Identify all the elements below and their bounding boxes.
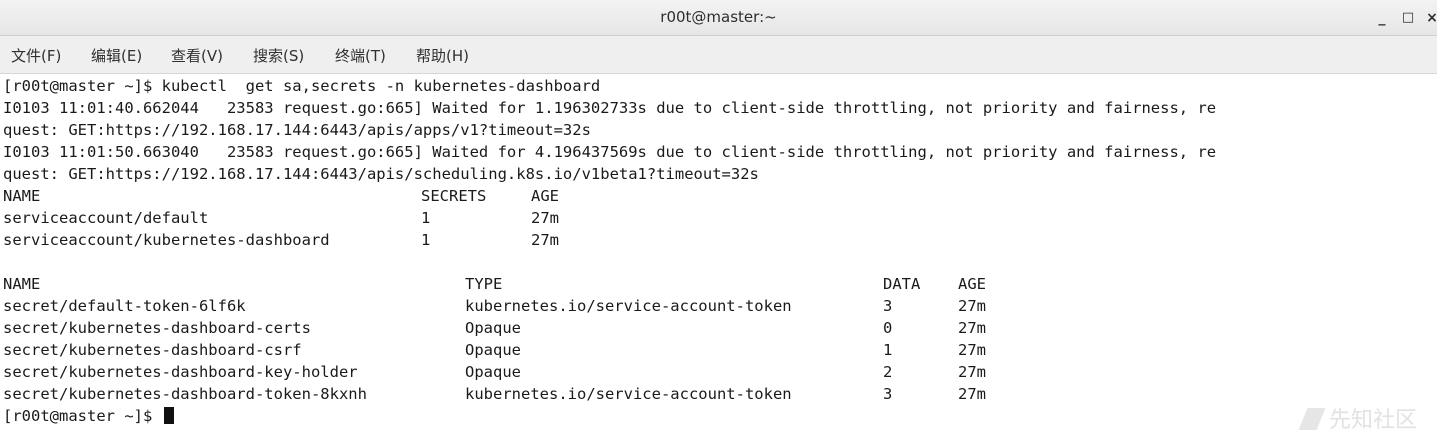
menu-file[interactable]: 文件(F): [11, 45, 61, 66]
secret-name: secret/kubernetes-dashboard-csrf: [3, 341, 302, 359]
sa-table-header: NAME SECRETS AGE: [3, 185, 603, 207]
column-header-name: NAME: [3, 187, 41, 205]
table-row: secret/kubernetes-dashboard-csrf Opaque …: [3, 339, 1003, 361]
table-row: serviceaccount/kubernetes-dashboard 1 27…: [3, 229, 603, 251]
close-icon[interactable]: ×: [1421, 7, 1437, 29]
watermark-text: 先知社区: [1328, 408, 1417, 433]
shell-prompt: [r00t@master ~]$: [3, 407, 162, 425]
secret-name: secret/default-token-6lf6k: [3, 297, 246, 315]
sa-name: serviceaccount/kubernetes-dashboard: [3, 231, 330, 249]
watermark: 先知社区: [1298, 402, 1417, 434]
warning-line: quest: GET:https://192.168.17.144:6443/a…: [3, 121, 591, 139]
sa-age: 27m: [531, 231, 559, 249]
window-title: r00t@master:~: [660, 8, 777, 26]
secret-name: secret/kubernetes-dashboard-certs: [3, 319, 311, 337]
secret-table-header: NAME TYPE DATA AGE: [3, 273, 1003, 295]
minimize-icon[interactable]: _: [1371, 7, 1393, 29]
command-line: [r00t@master ~]$ kubectl get sa,secrets …: [3, 77, 601, 95]
terminal-output[interactable]: [r00t@master ~]$ kubectl get sa,secrets …: [0, 74, 1437, 448]
secret-type: kubernetes.io/service-account-token: [465, 385, 792, 403]
secret-age: 27m: [958, 319, 986, 337]
window-titlebar: r00t@master:~ _ □ ×: [0, 0, 1437, 36]
secret-data: 2: [883, 363, 893, 381]
secret-age: 27m: [958, 341, 986, 359]
column-header-age: AGE: [958, 275, 986, 293]
menu-terminal[interactable]: 终端(T): [335, 45, 386, 66]
column-header-name: NAME: [3, 275, 41, 293]
table-row: serviceaccount/default 1 27m: [3, 207, 603, 229]
menu-view[interactable]: 查看(V): [171, 45, 223, 66]
warning-line: quest: GET:https://192.168.17.144:6443/a…: [3, 165, 759, 183]
warning-line: I0103 11:01:50.663040 23583 request.go:6…: [3, 143, 1217, 161]
column-header-secrets: SECRETS: [421, 187, 487, 205]
prompt-line[interactable]: [r00t@master ~]$: [3, 405, 174, 427]
secret-data: 1: [883, 341, 893, 359]
secret-type: Opaque: [465, 363, 521, 381]
secret-type: Opaque: [465, 319, 521, 337]
secret-age: 27m: [958, 385, 986, 403]
table-row: secret/kubernetes-dashboard-certs Opaque…: [3, 317, 1003, 339]
secret-type: Opaque: [465, 341, 521, 359]
watermark-logo-icon: [1298, 408, 1326, 430]
menu-bar: 文件(F) 编辑(E) 查看(V) 搜索(S) 终端(T) 帮助(H): [0, 36, 1437, 74]
column-header-age: AGE: [531, 187, 559, 205]
secret-data: 3: [883, 297, 893, 315]
secret-name: secret/kubernetes-dashboard-key-holder: [3, 363, 358, 381]
warning-line: I0103 11:01:40.662044 23583 request.go:6…: [3, 99, 1217, 117]
secret-type: kubernetes.io/service-account-token: [465, 297, 792, 315]
menu-help[interactable]: 帮助(H): [416, 45, 469, 66]
sa-secrets: 1: [421, 231, 431, 249]
secret-age: 27m: [958, 297, 986, 315]
table-row: secret/kubernetes-dashboard-key-holder O…: [3, 361, 1003, 383]
secret-age: 27m: [958, 363, 986, 381]
table-row: secret/default-token-6lf6k kubernetes.io…: [3, 295, 1003, 317]
secret-name: secret/kubernetes-dashboard-token-8kxnh: [3, 385, 367, 403]
menu-search[interactable]: 搜索(S): [253, 45, 304, 66]
menu-edit[interactable]: 编辑(E): [91, 45, 142, 66]
text-cursor: [163, 407, 174, 424]
sa-name: serviceaccount/default: [3, 209, 209, 227]
sa-secrets: 1: [421, 209, 431, 227]
column-header-data: DATA: [883, 275, 921, 293]
secret-data: 0: [883, 319, 893, 337]
secret-data: 3: [883, 385, 893, 403]
table-row: secret/kubernetes-dashboard-token-8kxnh …: [3, 383, 1003, 405]
maximize-icon[interactable]: □: [1397, 7, 1419, 29]
column-header-type: TYPE: [465, 275, 503, 293]
sa-age: 27m: [531, 209, 559, 227]
